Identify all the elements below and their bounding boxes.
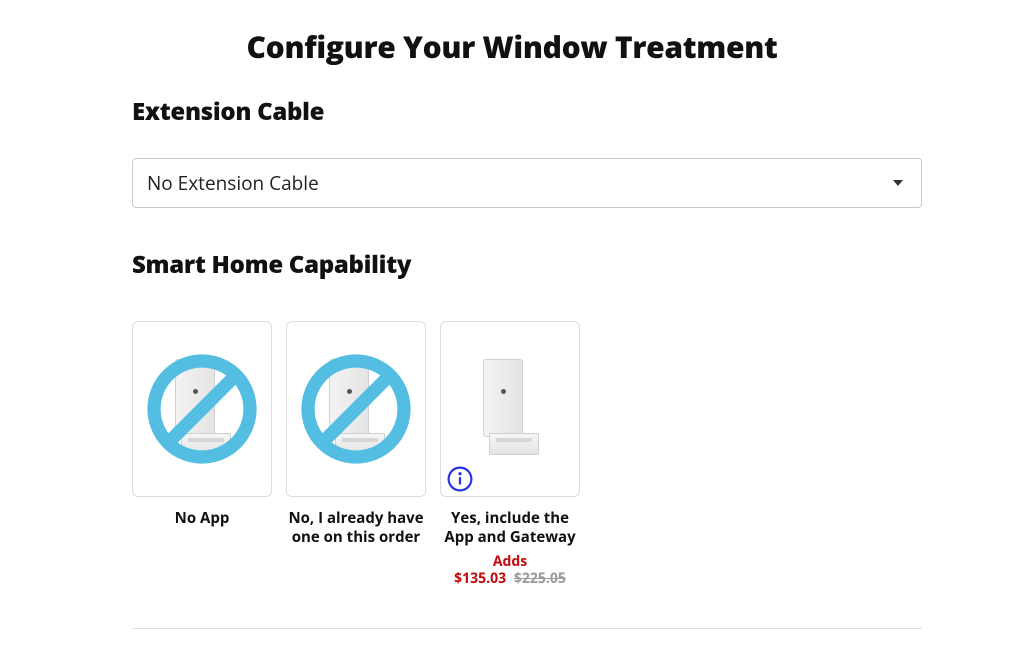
extension-cable-heading: Extension Cable	[132, 95, 922, 128]
smart-option-label: Yes, include the App and Gateway	[440, 509, 580, 547]
section-divider	[132, 628, 922, 629]
smart-home-heading: Smart Home Capability	[132, 248, 922, 281]
gateway-device-icon	[167, 359, 237, 459]
adds-sale-price: $135.03	[454, 569, 506, 588]
smart-option-thumb	[286, 321, 426, 497]
smart-home-options: No App No, I already have one on this o	[132, 321, 922, 588]
smart-option-already-have[interactable]: No, I already have one on this order	[286, 321, 426, 588]
smart-option-label: No, I already have one on this order	[286, 509, 426, 547]
gateway-device-icon	[321, 359, 391, 459]
extension-cable-selected-value: No Extension Cable	[147, 170, 319, 196]
smart-option-price: Adds $135.03 $225.05	[454, 553, 566, 588]
smart-option-thumb	[132, 321, 272, 497]
extension-cable-select[interactable]: No Extension Cable	[132, 158, 922, 208]
smart-option-no-app[interactable]: No App	[132, 321, 272, 588]
page-title: Configure Your Window Treatment	[40, 26, 984, 67]
info-icon[interactable]	[445, 464, 475, 494]
smart-option-include-gateway[interactable]: Yes, include the App and Gateway Adds $1…	[440, 321, 580, 588]
smart-option-thumb	[440, 321, 580, 497]
gateway-device-icon	[475, 359, 545, 459]
smart-option-label: No App	[175, 509, 230, 528]
adds-label: Adds	[493, 552, 527, 571]
adds-original-price: $225.05	[514, 569, 566, 588]
chevron-down-icon	[893, 180, 903, 186]
